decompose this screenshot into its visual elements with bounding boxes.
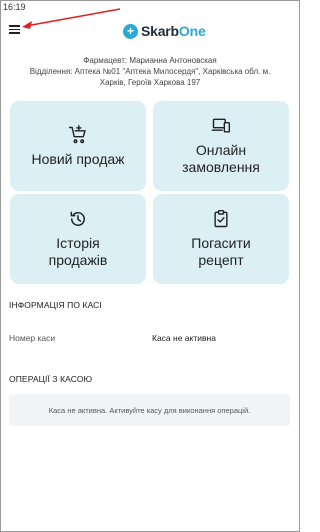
devices-icon (211, 118, 231, 133)
app-logo: + SkarbOne (123, 21, 206, 41)
hamburger-menu-icon[interactable] (9, 25, 20, 34)
logo-text-main: Skarb (141, 23, 179, 39)
pharmacist-name: Фармацевт: Марианна Антоновская (83, 56, 217, 65)
sales-history-tile[interactable]: Історія продажів (10, 194, 146, 284)
status-time: 16:19 (3, 2, 26, 12)
logo-cross-icon: + (123, 23, 138, 39)
inactive-register-notice: Каса не активна. Активуйте касу для вико… (9, 394, 290, 426)
new-sale-label: Новий продаж (31, 150, 125, 167)
redeem-prescription-label-line2: рецепт (198, 252, 244, 268)
operations-title: ОПЕРАЦІЇ З КАСОЮ (9, 374, 93, 384)
register-number-value: Каса не активна (152, 333, 216, 343)
online-orders-label: Онлайн замовлення (182, 142, 260, 176)
sales-history-label-line2: продажів (48, 252, 108, 268)
inactive-register-notice-text: Каса не активна. Активуйте касу для вико… (48, 405, 251, 415)
register-number-label: Номер каси (9, 333, 56, 343)
online-orders-label-line2: замовлення (182, 159, 260, 175)
new-sale-tile[interactable]: Новий продаж (10, 101, 146, 191)
department-line-2: Харків, Героїв Харкова 197 (99, 78, 201, 87)
logo-text: SkarbOne (141, 23, 206, 39)
online-orders-label-line1: Онлайн (195, 142, 247, 158)
logo-text-accent: One (178, 23, 206, 39)
session-info: Фармацевт: Марианна Антоновская Відділен… (8, 55, 292, 88)
sales-history-label: Історія продажів (49, 235, 108, 269)
status-bar: 16:19 (0, 0, 300, 14)
cart-icon (68, 124, 86, 143)
online-orders-tile[interactable]: Онлайн замовлення (153, 101, 289, 191)
sales-history-label-line1: Історія (56, 235, 100, 251)
department-line-1: Відділення: Аптека №01 "Аптека Милосердя… (29, 67, 271, 76)
app-header: + SkarbOne (0, 14, 300, 46)
history-icon (70, 211, 85, 226)
cash-info-title: ІНФОРМАЦІЯ ПО КАСІ (9, 300, 102, 310)
redeem-prescription-tile[interactable]: Погасити рецепт (153, 194, 289, 284)
redeem-prescription-label-line1: Погасити (191, 235, 251, 251)
clipboard-check-icon (214, 209, 228, 228)
redeem-prescription-label: Погасити рецепт (191, 235, 251, 269)
